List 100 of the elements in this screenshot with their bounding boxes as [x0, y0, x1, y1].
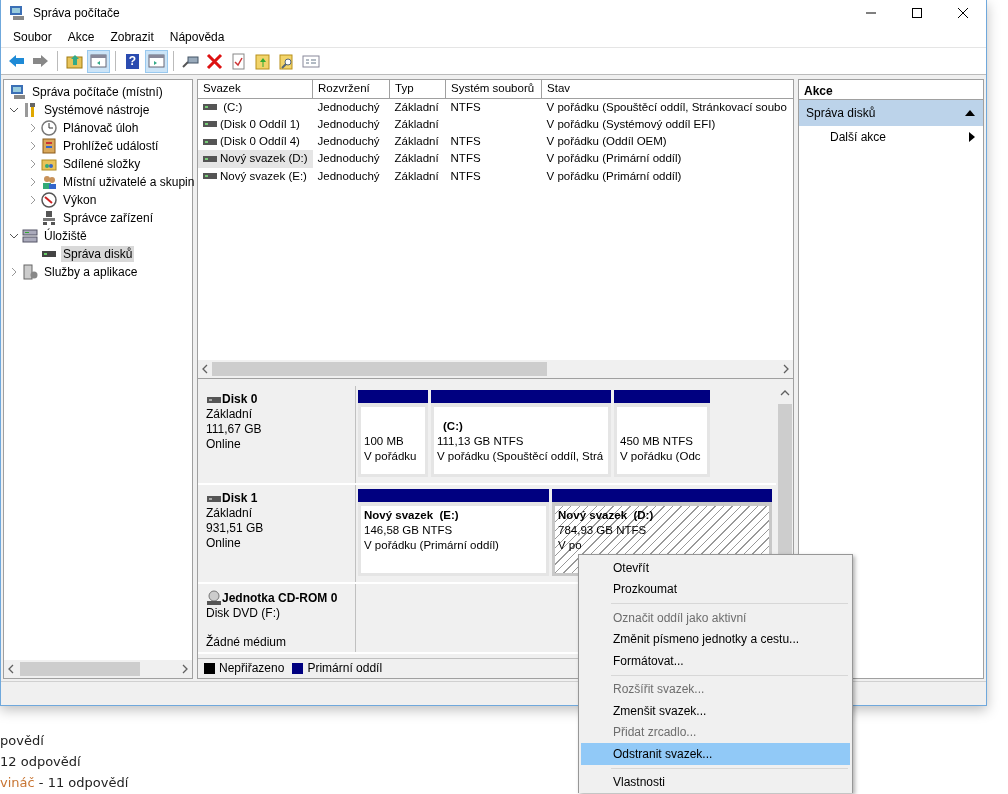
partition-title: Nový svazek (E:)	[364, 508, 460, 523]
checklist-icon	[229, 51, 248, 71]
chevron-right-icon[interactable]	[28, 123, 38, 133]
partition-status: V po	[558, 538, 583, 553]
menu-item[interactable]: Vlastnosti	[581, 771, 850, 793]
disk-status: Online	[206, 437, 242, 452]
computer-icon	[10, 84, 26, 100]
chevron-right-icon[interactable]	[28, 159, 38, 169]
scrollbar-thumb[interactable]	[20, 662, 140, 676]
action-pane-icon	[147, 51, 166, 71]
menu-item[interactable]: Zmenšit svazek...	[581, 700, 850, 722]
toolbar-button[interactable]: ?	[121, 49, 144, 73]
partition-bar	[358, 390, 428, 403]
disk-info[interactable]: Disk 1 Základní 931,51 GB Online	[198, 485, 356, 582]
chevron-right-icon[interactable]	[28, 195, 38, 205]
toolbar-button[interactable]	[87, 49, 110, 73]
scrollbar-thumb[interactable]	[212, 362, 547, 376]
partition[interactable]: (C:) 111,13 GB NTFS V pořádku (Spouštěcí oddíl, Strá	[431, 403, 611, 477]
help-icon: ?	[126, 53, 139, 69]
link[interactable]: vináč	[0, 775, 35, 790]
disk-type: Disk DVD (F:)	[206, 606, 281, 621]
row-highlight[interactable]: Nový svazek (D:)	[198, 150, 313, 168]
window-title: Správa počítače	[33, 5, 120, 22]
column-header[interactable]: Stav	[541, 80, 793, 98]
table-cell: Jednoduchý	[317, 152, 380, 165]
table-cell[interactable]: Nový svazek (E:)	[220, 167, 307, 185]
chevron-right-icon[interactable]	[28, 141, 38, 151]
partition-status: V pořádku (Primární oddíl)	[364, 538, 500, 553]
tree-item[interactable]: Místní uživatelé a skupin	[61, 174, 197, 190]
text-line: - 11 odpovědí	[37, 775, 129, 790]
disk-name: Disk 0	[222, 392, 258, 407]
tree-item[interactable]: Služby a aplikace	[42, 264, 140, 280]
disk-size: 931,51 GB	[206, 521, 265, 536]
chevron-right-icon[interactable]	[9, 267, 19, 277]
tree-item[interactable]: Systémové nástroje	[42, 102, 152, 118]
table-cell: Jednoduchý	[317, 117, 380, 130]
table-cell: NTFS	[450, 169, 481, 182]
table-cell: Základní	[394, 117, 439, 130]
chevron-down-icon[interactable]	[9, 231, 19, 241]
tree-item[interactable]: Prohlížeč událostí	[61, 138, 161, 154]
drive-icon	[203, 120, 217, 129]
disk-info[interactable]: Disk 0 Základní 111,67 GB Online	[198, 386, 356, 483]
menu-item[interactable]: Změnit písmeno jednotky a cestu...	[581, 628, 850, 650]
partition-status: V pořádku (Odc	[620, 449, 702, 464]
partition-title: Nový svazek (D:)	[558, 508, 655, 523]
menu-item[interactable]: Odstranit svazek...	[581, 743, 850, 765]
horizontal-scrollbar[interactable]	[198, 360, 793, 378]
menu-item[interactable]: Akce	[59, 27, 103, 46]
drive-icon	[203, 154, 217, 163]
tree-item[interactable]: Sdílené složky	[61, 156, 143, 172]
table-cell[interactable]: (Disk 0 Oddíl 1)	[220, 115, 300, 133]
row-highlight[interactable]: (Disk 0 Oddíl 4)	[198, 133, 313, 151]
table-cell: Základní	[394, 100, 439, 113]
tree-item[interactable]: Výkon	[61, 192, 99, 208]
table-cell[interactable]: Nový svazek (D:)	[220, 150, 308, 168]
device-icon	[41, 210, 57, 226]
actions-section[interactable]: Správa disků	[799, 100, 983, 126]
table-cell[interactable]: (Disk 0 Oddíl 4)	[220, 133, 300, 151]
column-header[interactable]: Svazek	[198, 80, 313, 98]
partition[interactable]: 450 MB NTFS V pořádku (Odc	[614, 403, 710, 477]
action-item[interactable]: Další akce	[799, 126, 983, 148]
table-cell: NTFS	[450, 135, 481, 147]
column-header[interactable]: Typ	[389, 80, 446, 98]
tree-item[interactable]: Úložiště	[42, 228, 89, 244]
row-highlight[interactable]: (Disk 0 Oddíl 1)	[198, 115, 313, 133]
partition-title: (C:)	[442, 419, 464, 434]
menu-item[interactable]: Formátovat...	[581, 650, 850, 672]
drive-icon	[203, 172, 217, 181]
chevron-right-icon[interactable]	[28, 177, 38, 187]
tree-item[interactable]: Plánovač úloh	[61, 120, 141, 136]
row-highlight[interactable]: (C:)	[198, 98, 313, 116]
services-icon	[22, 264, 38, 280]
partition-size: 784,93 GB NTFS	[558, 523, 648, 538]
column-header[interactable]: Rozvržení	[312, 80, 390, 98]
table-cell: Jednoduchý	[317, 169, 380, 182]
menu-item[interactable]: Nápověda	[161, 27, 233, 46]
tree-item[interactable]: Správa disků	[61, 246, 135, 262]
menu-item[interactable]: Soubor	[5, 27, 60, 46]
partition[interactable]: 100 MB V pořádku	[358, 403, 428, 477]
disk-name: Jednotka CD-ROM 0	[222, 590, 338, 606]
column-header[interactable]: Systém souborů	[445, 80, 542, 98]
toolbar-button[interactable]	[145, 49, 168, 73]
tree-item[interactable]: Správce zařízení	[61, 210, 156, 226]
log-icon	[41, 138, 57, 154]
collapse-triangle-icon[interactable]	[965, 109, 975, 117]
partition-size: 100 MB	[364, 434, 405, 449]
menu-item[interactable]: Zobrazit	[102, 27, 162, 46]
tree-item[interactable]: Správa počítače (místní)	[30, 84, 165, 100]
users-icon	[41, 174, 57, 190]
horizontal-scrollbar[interactable]	[4, 660, 192, 678]
legend-label: Primární oddíl	[307, 660, 383, 677]
table-cell[interactable]: (C:)	[220, 98, 243, 116]
delete-icon	[205, 51, 224, 71]
menu-item[interactable]: Prozkoumat	[581, 578, 850, 600]
chevron-down-icon[interactable]	[9, 105, 19, 115]
row-highlight[interactable]: Nový svazek (E:)	[198, 167, 313, 185]
disk-size: 111,67 GB	[206, 422, 263, 437]
partition[interactable]: Nový svazek (E:) 146,58 GB NTFS V pořádku (Primární oddíl)	[358, 502, 549, 576]
table-cell: Jednoduchý	[317, 135, 380, 147]
disk-info[interactable]: Jednotka CD-ROM 0 Disk DVD (F:) Žádné médium	[198, 584, 356, 652]
